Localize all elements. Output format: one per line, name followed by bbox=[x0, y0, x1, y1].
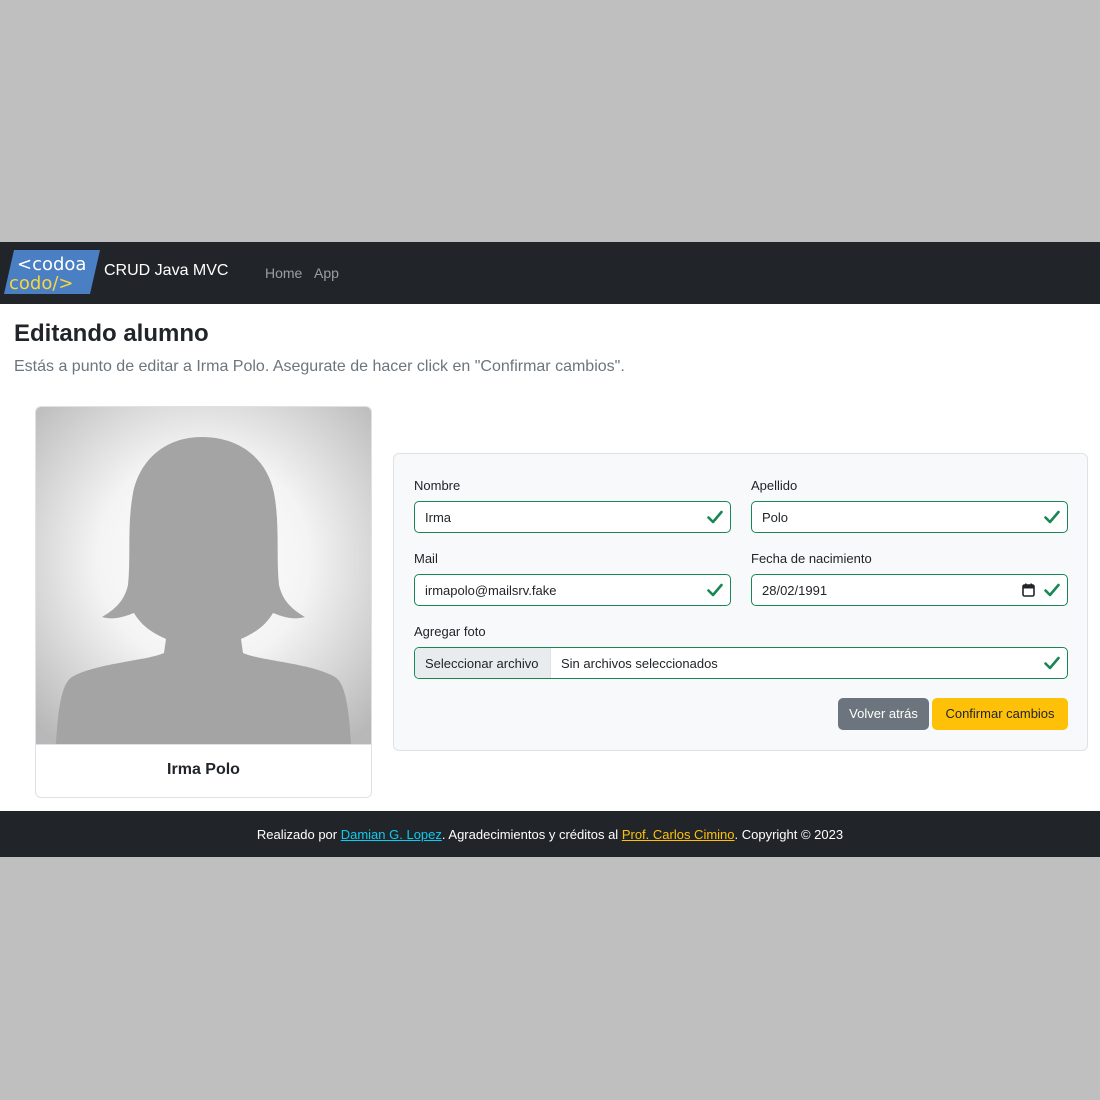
foto-file-input[interactable]: Seleccionar archivo Sin archivos selecci… bbox=[414, 647, 1068, 679]
check-icon bbox=[707, 583, 723, 597]
back-button[interactable]: Volver atrás bbox=[838, 698, 929, 730]
check-icon bbox=[1044, 510, 1060, 524]
back-button-label: Volver atrás bbox=[849, 706, 918, 721]
navbar-brand[interactable]: CRUD Java MVC bbox=[104, 262, 228, 280]
navbar: <codoa codo/> CRUD Java MVC Home App bbox=[0, 242, 1100, 304]
student-card: Irma Polo bbox=[35, 406, 372, 798]
mail-value: irmapolo@mailsrv.fake bbox=[425, 583, 557, 598]
fecha-label: Fecha de nacimiento bbox=[751, 551, 872, 566]
page-title: Editando alumno bbox=[14, 320, 209, 347]
codoacodo-logo[interactable]: <codoa codo/> bbox=[4, 250, 100, 294]
footer-prefix: Realizado por bbox=[256, 827, 341, 842]
edit-form: Nombre Irma Apellido Polo Mail irmapolo@… bbox=[393, 453, 1088, 751]
mail-input[interactable]: irmapolo@mailsrv.fake bbox=[414, 574, 731, 606]
student-name: Irma Polo bbox=[167, 761, 240, 778]
footer-middle: . Agradecimientos y créditos al bbox=[441, 827, 622, 842]
confirm-changes-button[interactable]: Confirmar cambios bbox=[932, 698, 1068, 730]
page-lead: Estás a punto de editar a Irma Polo. Ase… bbox=[14, 358, 625, 375]
fecha-nacimiento-input[interactable]: 28/02/1991 bbox=[751, 574, 1068, 606]
calendar-icon[interactable] bbox=[1022, 583, 1035, 597]
nav-link-home[interactable]: Home bbox=[265, 265, 302, 281]
logo-text-line1: <codoa bbox=[17, 254, 86, 275]
footer-credits: Realizado por Damian G. Lopez. Agradecim… bbox=[0, 827, 1100, 842]
author-link[interactable]: Damian G. Lopez bbox=[341, 827, 442, 842]
nombre-input[interactable]: Irma bbox=[414, 501, 731, 533]
footer: Realizado por Damian G. Lopez. Agradecim… bbox=[0, 811, 1100, 857]
check-icon bbox=[1044, 583, 1060, 597]
file-status: Sin archivos seleccionados bbox=[561, 656, 718, 671]
nav-link-app[interactable]: App bbox=[314, 265, 339, 281]
logo-text-line2: codo/> bbox=[9, 273, 74, 294]
nombre-label: Nombre bbox=[414, 478, 461, 493]
select-file-button[interactable]: Seleccionar archivo bbox=[415, 648, 551, 678]
female-silhouette-icon bbox=[36, 407, 371, 744]
check-icon bbox=[707, 510, 723, 524]
apellido-input[interactable]: Polo bbox=[751, 501, 1068, 533]
confirm-button-label: Confirmar cambios bbox=[945, 706, 1055, 721]
check-icon bbox=[1044, 656, 1060, 670]
app-frame: <codoa codo/> CRUD Java MVC Home App Edi… bbox=[0, 242, 1100, 857]
footer-suffix: . Copyright © 2023 bbox=[734, 827, 844, 842]
nombre-value: Irma bbox=[425, 510, 451, 525]
fecha-value: 28/02/1991 bbox=[762, 583, 828, 598]
mail-label: Mail bbox=[414, 551, 438, 566]
apellido-label: Apellido bbox=[751, 478, 798, 493]
student-card-body: Irma Polo bbox=[36, 744, 371, 797]
foto-label: Agregar foto bbox=[414, 624, 486, 639]
apellido-value: Polo bbox=[762, 510, 789, 525]
select-file-label: Seleccionar archivo bbox=[425, 656, 539, 671]
professor-link[interactable]: Prof. Carlos Cimino bbox=[622, 827, 735, 842]
